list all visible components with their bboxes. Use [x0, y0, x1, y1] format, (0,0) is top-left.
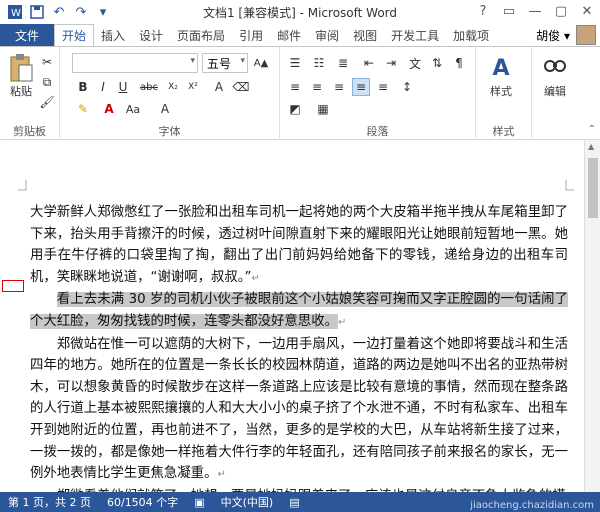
styles-icon: A [492, 55, 510, 81]
styles-label: 样式 [492, 125, 515, 138]
language[interactable]: 中文(中国) [213, 494, 282, 510]
paragraph-group: ☰ ☷ ≣ ⇤ ⇥ 文 ⇅ ¶ ≡ ≡ ≡ ≡ ≡ ↕ ◩ ▦ 段落 [280, 47, 476, 141]
line-spacing-icon[interactable]: ↕ [398, 78, 416, 96]
page-count[interactable]: 第 1 页，共 2 页 [0, 494, 99, 510]
increase-indent-icon[interactable]: ⇥ [382, 54, 400, 72]
highlight-icon[interactable]: ✎ [74, 100, 92, 118]
find-icon [540, 53, 570, 83]
clipboard-group: 粘贴 ✂ ⧉ 🖌 剪贴板 [0, 47, 60, 141]
font-group: ▾ 五号 ▾ A▲ B I U abc X₂ X² A ⌫ ✎ A Aa A 字体 [60, 47, 280, 141]
font-size-input[interactable]: 五号 ▾ [202, 53, 248, 73]
minimize-icon[interactable]: — [522, 0, 548, 22]
ribbon: 粘贴 ✂ ⧉ 🖌 剪贴板 ▾ 五号 ▾ A▲ B I U abc X₂ X² A … [0, 46, 600, 141]
underline-icon[interactable]: U [114, 78, 132, 96]
cut-icon[interactable]: ✂ [38, 53, 56, 71]
char-shading-icon[interactable]: A [156, 100, 174, 118]
ribbon-tabs: 文件 开始 插入 设计 页面布局 引用 邮件 审阅 视图 开发工具 加载项 胡俊… [0, 24, 600, 46]
scroll-thumb[interactable] [588, 158, 598, 218]
help-icon[interactable]: ? [470, 0, 496, 22]
user-account[interactable]: 胡俊 ▾ [536, 24, 600, 46]
bold-icon[interactable]: B [74, 78, 92, 96]
tab-insert[interactable]: 插入 [94, 24, 132, 46]
paragraph-2[interactable]: 看上去未满 30 岁的司机小伙子被眼前这个小姑娘笑容可掬而又字正腔圆的一句话闹了… [30, 289, 568, 333]
styles-group: A 样式 样式 [476, 47, 532, 141]
tab-references[interactable]: 引用 [232, 24, 270, 46]
maximize-icon[interactable]: ▢ [548, 0, 574, 22]
paragraph-1[interactable]: 大学新鲜人郑微憋红了一张脸和出租车司机一起将她的两个大皮箱半拖半拽从车尾箱里卸了… [30, 202, 568, 289]
document-area[interactable]: 大学新鲜人郑微憋红了一张脸和出租车司机一起将她的两个大皮箱半拖半拽从车尾箱里卸了… [0, 140, 600, 504]
sort-icon[interactable]: ⇅ [428, 54, 446, 72]
window-controls: ? ▭ — ▢ ✕ [470, 0, 600, 22]
copy-icon[interactable]: ⧉ [38, 73, 56, 91]
clipboard-label: 剪贴板 [13, 125, 46, 138]
page-corner-marks [18, 180, 574, 191]
paragraph-mark: ↵ [251, 272, 260, 284]
tab-view[interactable]: 视图 [346, 24, 384, 46]
change-case-icon[interactable]: Aa [124, 100, 142, 118]
format-painter-icon[interactable]: 🖌 [38, 93, 56, 111]
decrease-indent-icon[interactable]: ⇤ [360, 54, 378, 72]
vertical-scrollbar[interactable]: ▲ [584, 140, 600, 492]
distributed-icon[interactable]: ≡ [374, 78, 392, 96]
clear-format-icon[interactable]: ⌫ [232, 78, 250, 96]
paste-icon [6, 53, 36, 83]
annotation-box [2, 280, 24, 292]
tab-developer[interactable]: 开发工具 [384, 24, 446, 46]
tab-layout[interactable]: 页面布局 [170, 24, 232, 46]
word-count[interactable]: 60/1504 个字 [99, 494, 186, 510]
align-right-icon[interactable]: ≡ [330, 78, 348, 96]
status-bar: 第 1 页，共 2 页 60/1504 个字 ▣ 中文(中国) ▤ jiaoch… [0, 492, 600, 512]
selected-text: 看上去未满 30 岁的司机小伙子被眼前这个小姑娘笑容可掬而又字正腔圆的一句话闹了… [30, 292, 568, 329]
tab-addins[interactable]: 加载项 [446, 24, 496, 46]
editing-group: 编辑 [532, 47, 584, 141]
close-icon[interactable]: ✕ [574, 0, 600, 22]
show-marks-icon[interactable]: ¶ [450, 54, 468, 72]
italic-icon[interactable]: I [94, 78, 112, 96]
justify-icon[interactable]: ≡ [352, 78, 370, 96]
watermark: jiaocheng.chazidian.com [470, 500, 594, 511]
shading-icon[interactable]: ◩ [286, 100, 304, 118]
macro-icon[interactable]: ▤ [281, 496, 307, 509]
tab-mailings[interactable]: 邮件 [270, 24, 308, 46]
chinese-layout-icon[interactable]: 文 [406, 54, 424, 72]
paste-button[interactable]: 粘贴 [6, 53, 36, 99]
paragraph-mark: ↵ [337, 316, 347, 328]
collapse-ribbon-icon[interactable]: ⌃ [588, 124, 596, 135]
text-effects-icon[interactable]: A [210, 78, 228, 96]
bullets-icon[interactable]: ☰ [286, 54, 304, 72]
left-margin [0, 140, 8, 492]
font-name-input[interactable]: ▾ [72, 53, 198, 73]
tab-file[interactable]: 文件 [0, 24, 54, 46]
font-color-icon[interactable]: A [100, 100, 118, 118]
styles-button[interactable]: A 样式 [486, 53, 516, 99]
subscript-icon[interactable]: X₂ [164, 78, 182, 96]
proofing-icon[interactable]: ▣ [186, 496, 212, 509]
borders-icon[interactable]: ▦ [314, 100, 332, 118]
multilevel-list-icon[interactable]: ≣ [334, 54, 352, 72]
paragraph-label: 段落 [366, 125, 389, 138]
paragraph-3[interactable]: 郑微站在惟一可以遮荫的大树下，一边用手扇风，一边打量着这个她即将要战斗和生活四年… [30, 334, 568, 486]
tab-review[interactable]: 审阅 [308, 24, 346, 46]
avatar [576, 25, 596, 45]
scroll-up-icon[interactable]: ▲ [588, 142, 594, 151]
ribbon-display-icon[interactable]: ▭ [496, 0, 522, 22]
align-left-icon[interactable]: ≡ [286, 78, 304, 96]
editing-button[interactable]: 编辑 [540, 53, 570, 99]
font-label: 字体 [158, 125, 181, 138]
tab-design[interactable]: 设计 [132, 24, 170, 46]
document-content[interactable]: 大学新鲜人郑微憋红了一张脸和出租车司机一起将她的两个大皮箱半拖半拽从车尾箱里卸了… [30, 202, 568, 507]
tab-home[interactable]: 开始 [54, 24, 95, 46]
title-bar: W ↶ ↷ ▾ 文档1 [兼容模式] - Microsoft Word ? ▭ … [0, 0, 600, 24]
numbering-icon[interactable]: ☷ [310, 54, 328, 72]
grow-font-icon[interactable]: A▲ [252, 54, 270, 72]
strikethrough-icon[interactable]: abc [140, 78, 158, 96]
paragraph-mark: ↵ [217, 469, 226, 481]
superscript-icon[interactable]: X² [184, 78, 202, 96]
user-name: 胡俊 ▾ [536, 28, 570, 43]
align-center-icon[interactable]: ≡ [308, 78, 326, 96]
